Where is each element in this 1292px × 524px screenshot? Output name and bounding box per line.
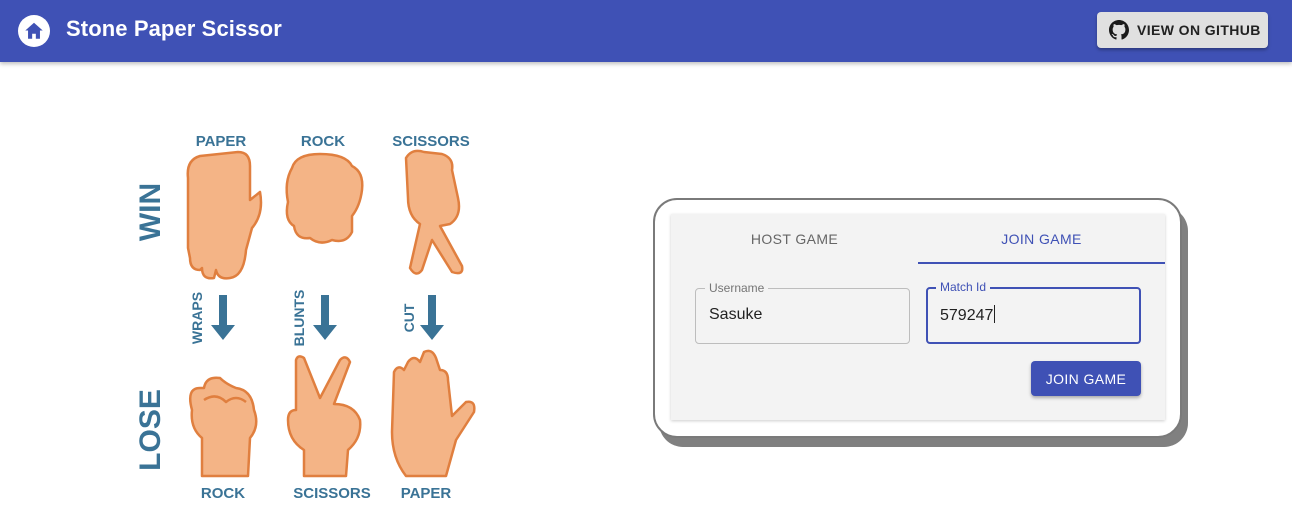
home-icon — [25, 22, 43, 39]
win-label: WIN — [134, 183, 167, 241]
app-title: Stone Paper Scissor — [66, 16, 282, 41]
arrow-down-icon — [211, 295, 235, 340]
top-label-rock: ROCK — [301, 133, 345, 150]
bottom-label-paper: PAPER — [401, 485, 452, 502]
lose-label: LOSE — [134, 389, 167, 471]
match-id-field[interactable]: Match Id 579247 — [926, 280, 1141, 344]
tab-indicator — [918, 262, 1165, 264]
verb-wraps: WRAPS — [189, 292, 205, 344]
join-game-button[interactable]: JOIN GAME — [1031, 361, 1141, 396]
rock-hand-icon — [285, 152, 364, 244]
rock-hand-icon — [189, 376, 258, 478]
scissors-hand-icon — [404, 149, 464, 275]
top-label-paper: PAPER — [196, 133, 247, 150]
github-button-label: VIEW ON GITHUB — [1137, 22, 1261, 38]
match-id-label: Match Id — [936, 280, 991, 294]
bottom-label-scissors: SCISSORS — [293, 485, 371, 502]
game-tabs: HOST GAME JOIN GAME — [671, 214, 1165, 264]
paper-hand-icon — [390, 349, 476, 478]
username-label: Username — [705, 281, 769, 295]
text-caret — [994, 305, 996, 323]
match-id-value-wrap: 579247 — [940, 305, 996, 325]
verb-blunts: BLUNTS — [291, 290, 307, 347]
arrow-down-icon — [313, 295, 337, 340]
rules-graphic: WIN LOSE PAPER ROCK SCISSORS WRAPS BLUNT… — [134, 133, 476, 502]
home-button[interactable] — [18, 15, 50, 47]
username-value: Sasuke — [709, 306, 763, 323]
game-panel: HOST GAME JOIN GAME Username Sasuke Matc… — [671, 214, 1165, 420]
tab-join-game[interactable]: JOIN GAME — [918, 214, 1165, 264]
arrow-down-icon — [420, 295, 444, 340]
tab-host-game[interactable]: HOST GAME — [671, 214, 918, 264]
view-on-github-button[interactable]: VIEW ON GITHUB — [1097, 12, 1268, 48]
scissors-hand-icon — [286, 355, 362, 478]
top-label-scissors: SCISSORS — [392, 133, 470, 150]
verb-cut: CUT — [401, 303, 417, 332]
app-bar: Stone Paper Scissor VIEW ON GITHUB — [0, 0, 1292, 62]
paper-hand-icon — [186, 150, 263, 280]
bottom-label-rock: ROCK — [201, 485, 245, 502]
github-icon — [1109, 20, 1129, 40]
match-id-value: 579247 — [940, 307, 994, 324]
username-field[interactable]: Username Sasuke — [695, 281, 910, 344]
rules-illustration: WIN LOSE PAPER ROCK SCISSORS WRAPS BLUNT… — [120, 120, 490, 510]
